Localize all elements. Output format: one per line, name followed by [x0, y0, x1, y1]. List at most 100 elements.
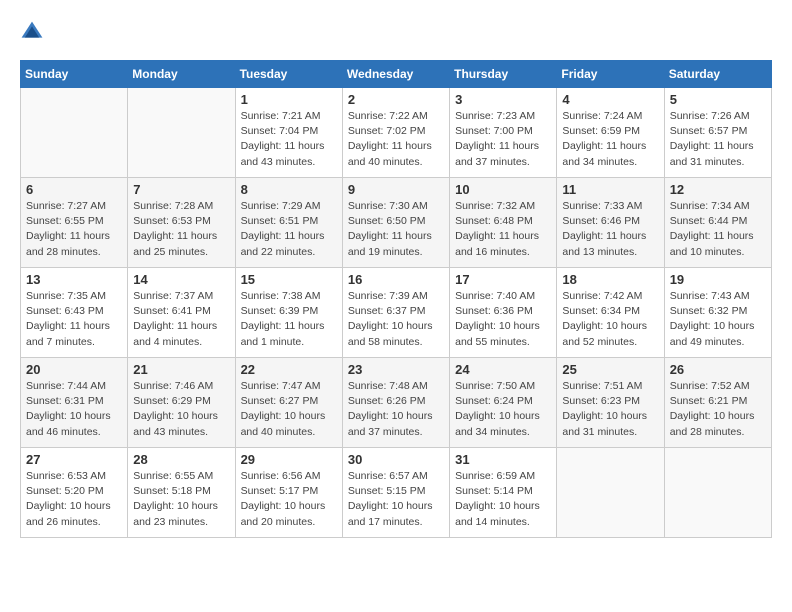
calendar-cell: 8 Sunrise: 7:29 AM Sunset: 6:51 PM Daylig…	[235, 178, 342, 268]
day-info: Sunrise: 6:57 AM Sunset: 5:15 PM Dayligh…	[348, 469, 444, 530]
calendar-cell: 2 Sunrise: 7:22 AM Sunset: 7:02 PM Daylig…	[342, 88, 449, 178]
day-number: 6	[26, 182, 122, 197]
calendar-cell: 6 Sunrise: 7:27 AM Sunset: 6:55 PM Daylig…	[21, 178, 128, 268]
day-number: 22	[241, 362, 337, 377]
day-info: Sunrise: 7:35 AM Sunset: 6:43 PM Dayligh…	[26, 289, 122, 350]
day-number: 25	[562, 362, 658, 377]
day-number: 15	[241, 272, 337, 287]
day-number: 13	[26, 272, 122, 287]
day-number: 11	[562, 182, 658, 197]
day-number: 27	[26, 452, 122, 467]
col-header-tuesday: Tuesday	[235, 61, 342, 88]
day-number: 21	[133, 362, 229, 377]
day-info: Sunrise: 6:59 AM Sunset: 5:14 PM Dayligh…	[455, 469, 551, 530]
calendar-cell: 16 Sunrise: 7:39 AM Sunset: 6:37 PM Dayli…	[342, 268, 449, 358]
day-number: 29	[241, 452, 337, 467]
calendar-cell: 28Sunrise: 6:55 AM Sunset: 5:18 PM Dayli…	[128, 448, 235, 538]
day-info: Sunrise: 7:43 AM Sunset: 6:32 PM Dayligh…	[670, 289, 766, 350]
calendar-cell: 22 Sunrise: 7:47 AM Sunset: 6:27 PM Dayli…	[235, 358, 342, 448]
day-number: 19	[670, 272, 766, 287]
calendar-cell: 15Sunrise: 7:38 AM Sunset: 6:39 PM Dayli…	[235, 268, 342, 358]
calendar-cell: 17 Sunrise: 7:40 AM Sunset: 6:36 PM Dayli…	[450, 268, 557, 358]
calendar-cell: 19 Sunrise: 7:43 AM Sunset: 6:32 PM Dayli…	[664, 268, 771, 358]
calendar-cell: 3Sunrise: 7:23 AM Sunset: 7:00 PM Daylig…	[450, 88, 557, 178]
day-info: Sunrise: 7:42 AM Sunset: 6:34 PM Dayligh…	[562, 289, 658, 350]
calendar-cell	[664, 448, 771, 538]
day-number: 9	[348, 182, 444, 197]
calendar-cell: 13 Sunrise: 7:35 AM Sunset: 6:43 PM Dayli…	[21, 268, 128, 358]
calendar-cell: 25 Sunrise: 7:51 AM Sunset: 6:23 PM Dayli…	[557, 358, 664, 448]
day-info: Sunrise: 7:30 AM Sunset: 6:50 PM Dayligh…	[348, 199, 444, 260]
calendar-cell: 27 Sunrise: 6:53 AM Sunset: 5:20 PM Dayli…	[21, 448, 128, 538]
day-number: 5	[670, 92, 766, 107]
day-info: Sunrise: 7:24 AM Sunset: 6:59 PM Dayligh…	[562, 109, 658, 170]
day-number: 31	[455, 452, 551, 467]
calendar-cell: 1 Sunrise: 7:21 AM Sunset: 7:04 PM Daylig…	[235, 88, 342, 178]
day-info: Sunrise: 7:50 AM Sunset: 6:24 PM Dayligh…	[455, 379, 551, 440]
day-number: 7	[133, 182, 229, 197]
day-number: 28	[133, 452, 229, 467]
day-info: Sunrise: 6:53 AM Sunset: 5:20 PM Dayligh…	[26, 469, 122, 530]
day-number: 2	[348, 92, 444, 107]
day-number: 10	[455, 182, 551, 197]
col-header-thursday: Thursday	[450, 61, 557, 88]
day-info: Sunrise: 7:39 AM Sunset: 6:37 PM Dayligh…	[348, 289, 444, 350]
day-info: Sunrise: 7:48 AM Sunset: 6:26 PM Dayligh…	[348, 379, 444, 440]
day-number: 1	[241, 92, 337, 107]
calendar-cell: 21 Sunrise: 7:46 AM Sunset: 6:29 PM Dayli…	[128, 358, 235, 448]
day-number: 23	[348, 362, 444, 377]
day-info: Sunrise: 7:29 AM Sunset: 6:51 PM Dayligh…	[241, 199, 337, 260]
day-number: 17	[455, 272, 551, 287]
day-info: Sunrise: 7:44 AM Sunset: 6:31 PM Dayligh…	[26, 379, 122, 440]
calendar-cell: 23 Sunrise: 7:48 AM Sunset: 6:26 PM Dayli…	[342, 358, 449, 448]
day-info: Sunrise: 7:40 AM Sunset: 6:36 PM Dayligh…	[455, 289, 551, 350]
calendar-table: SundayMondayTuesdayWednesdayThursdayFrid…	[20, 60, 772, 538]
page-header	[20, 20, 772, 44]
col-header-sunday: Sunday	[21, 61, 128, 88]
calendar-cell: 12 Sunrise: 7:34 AM Sunset: 6:44 PM Dayli…	[664, 178, 771, 268]
day-info: Sunrise: 7:33 AM Sunset: 6:46 PM Dayligh…	[562, 199, 658, 260]
calendar-cell: 24 Sunrise: 7:50 AM Sunset: 6:24 PM Dayli…	[450, 358, 557, 448]
day-info: Sunrise: 7:28 AM Sunset: 6:53 PM Dayligh…	[133, 199, 229, 260]
day-info: Sunrise: 7:46 AM Sunset: 6:29 PM Dayligh…	[133, 379, 229, 440]
day-number: 3	[455, 92, 551, 107]
calendar-cell: 10 Sunrise: 7:32 AM Sunset: 6:48 PM Dayli…	[450, 178, 557, 268]
calendar-cell: 18 Sunrise: 7:42 AM Sunset: 6:34 PM Dayli…	[557, 268, 664, 358]
day-number: 24	[455, 362, 551, 377]
calendar-cell: 26Sunrise: 7:52 AM Sunset: 6:21 PM Dayli…	[664, 358, 771, 448]
calendar-cell: 9 Sunrise: 7:30 AM Sunset: 6:50 PM Daylig…	[342, 178, 449, 268]
day-number: 18	[562, 272, 658, 287]
calendar-cell	[21, 88, 128, 178]
day-info: Sunrise: 7:34 AM Sunset: 6:44 PM Dayligh…	[670, 199, 766, 260]
day-info: Sunrise: 6:56 AM Sunset: 5:17 PM Dayligh…	[241, 469, 337, 530]
day-info: Sunrise: 7:26 AM Sunset: 6:57 PM Dayligh…	[670, 109, 766, 170]
day-info: Sunrise: 7:51 AM Sunset: 6:23 PM Dayligh…	[562, 379, 658, 440]
day-info: Sunrise: 7:27 AM Sunset: 6:55 PM Dayligh…	[26, 199, 122, 260]
day-number: 8	[241, 182, 337, 197]
day-info: Sunrise: 7:21 AM Sunset: 7:04 PM Dayligh…	[241, 109, 337, 170]
day-number: 12	[670, 182, 766, 197]
day-info: Sunrise: 7:37 AM Sunset: 6:41 PM Dayligh…	[133, 289, 229, 350]
calendar-cell: 7 Sunrise: 7:28 AM Sunset: 6:53 PM Daylig…	[128, 178, 235, 268]
logo-icon	[20, 20, 44, 44]
day-info: Sunrise: 7:32 AM Sunset: 6:48 PM Dayligh…	[455, 199, 551, 260]
day-info: Sunrise: 7:22 AM Sunset: 7:02 PM Dayligh…	[348, 109, 444, 170]
day-number: 4	[562, 92, 658, 107]
calendar-cell: 20 Sunrise: 7:44 AM Sunset: 6:31 PM Dayli…	[21, 358, 128, 448]
day-number: 30	[348, 452, 444, 467]
col-header-saturday: Saturday	[664, 61, 771, 88]
logo	[20, 20, 48, 44]
calendar-cell: 31 Sunrise: 6:59 AM Sunset: 5:14 PM Dayli…	[450, 448, 557, 538]
col-header-friday: Friday	[557, 61, 664, 88]
calendar-cell: 5 Sunrise: 7:26 AM Sunset: 6:57 PM Daylig…	[664, 88, 771, 178]
calendar-cell: 30 Sunrise: 6:57 AM Sunset: 5:15 PM Dayli…	[342, 448, 449, 538]
day-info: Sunrise: 7:47 AM Sunset: 6:27 PM Dayligh…	[241, 379, 337, 440]
col-header-monday: Monday	[128, 61, 235, 88]
day-info: Sunrise: 7:52 AM Sunset: 6:21 PM Dayligh…	[670, 379, 766, 440]
day-number: 16	[348, 272, 444, 287]
day-number: 20	[26, 362, 122, 377]
col-header-wednesday: Wednesday	[342, 61, 449, 88]
calendar-cell: 14 Sunrise: 7:37 AM Sunset: 6:41 PM Dayli…	[128, 268, 235, 358]
calendar-cell: 4 Sunrise: 7:24 AM Sunset: 6:59 PM Daylig…	[557, 88, 664, 178]
day-number: 14	[133, 272, 229, 287]
